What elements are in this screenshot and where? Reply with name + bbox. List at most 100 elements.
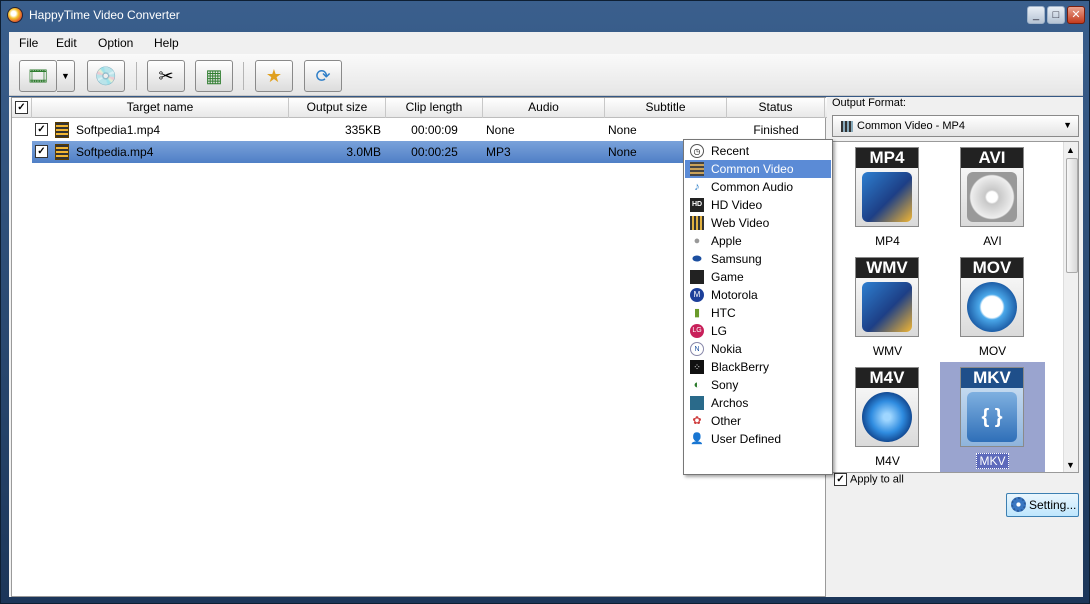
output-folder-button[interactable]: ★ [255,60,293,92]
htc-icon: ▮ [693,307,701,319]
blackberry-icon: ⁘ [690,360,704,374]
effect-button[interactable]: ▦ [195,60,233,92]
row-name: Softpedia.mp4 [76,145,154,159]
disc-graphic [967,172,1017,222]
convert-button[interactable]: ⟳ [304,60,342,92]
itunes-graphic [862,392,912,442]
apply-to-all-checkbox[interactable]: ✓ [834,473,847,486]
motorola-icon: M [690,288,704,302]
sony-icon: ◐ [693,379,701,391]
mov-format-icon: MOV [960,257,1024,337]
gear-icon [1011,497,1026,512]
category-other[interactable]: ✿ Other [685,412,831,430]
row-name: Softpedia1.mp4 [76,123,161,137]
convert-icon: ⟳ [315,65,331,86]
toolbar: 🎞 ▼ 💿 ✂ ▦ ★ ⟳ [9,54,1083,96]
row-checkbox[interactable]: ✓ [35,123,48,136]
col-target-name[interactable]: Target name [32,98,289,118]
maximize-button[interactable]: □ [1047,6,1065,24]
category-web-video[interactable]: Web Video [685,214,831,232]
scroll-thumb[interactable] [1066,158,1078,273]
col-clip-length[interactable]: Clip length [386,98,483,118]
game-icon [690,270,704,284]
category-hd-video[interactable]: HD HD Video [685,196,831,214]
toolbar-separator [136,62,137,90]
apply-to-all[interactable]: ✓ Apply to all [834,473,904,486]
add-video-button[interactable]: 🎞 [19,60,57,92]
lg-icon: LG [690,324,704,338]
format-name: AVI [983,234,1002,248]
category-motorola[interactable]: M Motorola [685,286,831,304]
output-format-value: Common Video - MP4 [857,120,966,132]
chevron-down-icon: ▼ [1063,120,1072,130]
music-note-icon: ♪ [694,181,700,193]
format-tag: MKV [961,368,1023,388]
apply-to-all-label: Apply to all [850,473,904,486]
category-archos[interactable]: Archos [685,394,831,412]
category-nokia[interactable]: N Nokia [685,340,831,358]
avi-format-icon: AVI [960,147,1024,227]
user-icon: 👤 [690,433,704,445]
add-video-dropdown[interactable]: ▼ [57,60,75,92]
category-lg[interactable]: LG LG [685,322,831,340]
format-tag: MOV [961,258,1023,278]
format-tile-avi[interactable]: AVI AVI [940,142,1045,252]
format-scrollbar[interactable]: ▲ ▼ [1063,142,1078,472]
add-dvd-icon: 💿 [94,65,118,86]
row-length: 00:00:09 [411,123,458,137]
format-tag: M4V [856,368,918,388]
format-tag: AVI [961,148,1023,168]
scroll-down-icon[interactable]: ▼ [1066,460,1075,470]
col-subtitle[interactable]: Subtitle [605,98,727,118]
category-user-defined[interactable]: 👤 User Defined [685,430,831,448]
add-dvd-button[interactable]: 💿 [87,60,125,92]
category-common-video[interactable]: Common Video [685,160,831,178]
category-samsung[interactable]: ⬬ Samsung [685,250,831,268]
format-name: WMV [872,344,903,358]
output-format-select[interactable]: Common Video - MP4 ▼ [832,115,1079,137]
table-header: ✓ Target name Output size Clip length Au… [12,98,827,118]
row-length: 00:00:25 [411,145,458,159]
m4v-format-icon: M4V [855,367,919,447]
category-recent[interactable]: ◷ Recent [685,142,831,160]
cut-icon: ✂ [158,65,174,86]
menu-file[interactable]: File [19,36,38,50]
close-button[interactable]: ✕ [1067,6,1085,24]
row-size: 335KB [344,123,381,137]
col-status[interactable]: Status [727,98,825,118]
cut-button[interactable]: ✂ [147,60,185,92]
category-common-audio[interactable]: ♪ Common Audio [685,178,831,196]
add-video-icon: 🎞 [26,65,50,86]
scroll-up-icon[interactable]: ▲ [1066,145,1075,155]
format-name: MKV [940,453,1045,469]
format-tile-wmv[interactable]: WMV WMV [835,252,940,362]
table-row[interactable]: ✓ Softpedia1.mp4 335KB 00:00:09 None Non… [12,119,827,141]
category-apple[interactable]: ● Apple [685,232,831,250]
format-tile-m4v[interactable]: M4V M4V [835,362,940,472]
menu-help[interactable]: Help [154,36,179,50]
nokia-icon: N [690,342,704,356]
menu-edit[interactable]: Edit [56,36,77,50]
setting-button[interactable]: Setting... [1006,493,1079,517]
format-tile-mp4[interactable]: MP4 MP4 [835,142,940,252]
format-tile-mov[interactable]: MOV MOV [940,252,1045,362]
format-grid: MP4 MP4 AVI AVI WMV WMV MOV MOV M4V M4V … [832,141,1079,473]
col-output-size[interactable]: Output size [289,98,386,118]
category-sony[interactable]: ◐ Sony [685,376,831,394]
menu-option[interactable]: Option [98,36,133,50]
category-htc[interactable]: ▮ HTC [685,304,831,322]
format-tile-mkv[interactable]: MKV { } MKV [940,362,1045,472]
col-audio[interactable]: Audio [483,98,605,118]
category-blackberry[interactable]: ⁘ BlackBerry [685,358,831,376]
app-window: HappyTime Video Converter _ □ ✕ File Edi… [0,0,1090,604]
category-game[interactable]: Game [685,268,831,286]
archos-icon [690,396,704,410]
select-all-checkbox[interactable]: ✓ [15,101,28,114]
minimize-button[interactable]: _ [1027,6,1045,24]
output-folder-icon: ★ [265,65,283,86]
row-audio: MP3 [486,145,511,159]
row-checkbox[interactable]: ✓ [35,145,48,158]
row-size: 3.0MB [346,145,381,159]
title-bar: HappyTime Video Converter _ □ ✕ [1,1,1090,31]
film-reel-graphic [862,282,912,332]
